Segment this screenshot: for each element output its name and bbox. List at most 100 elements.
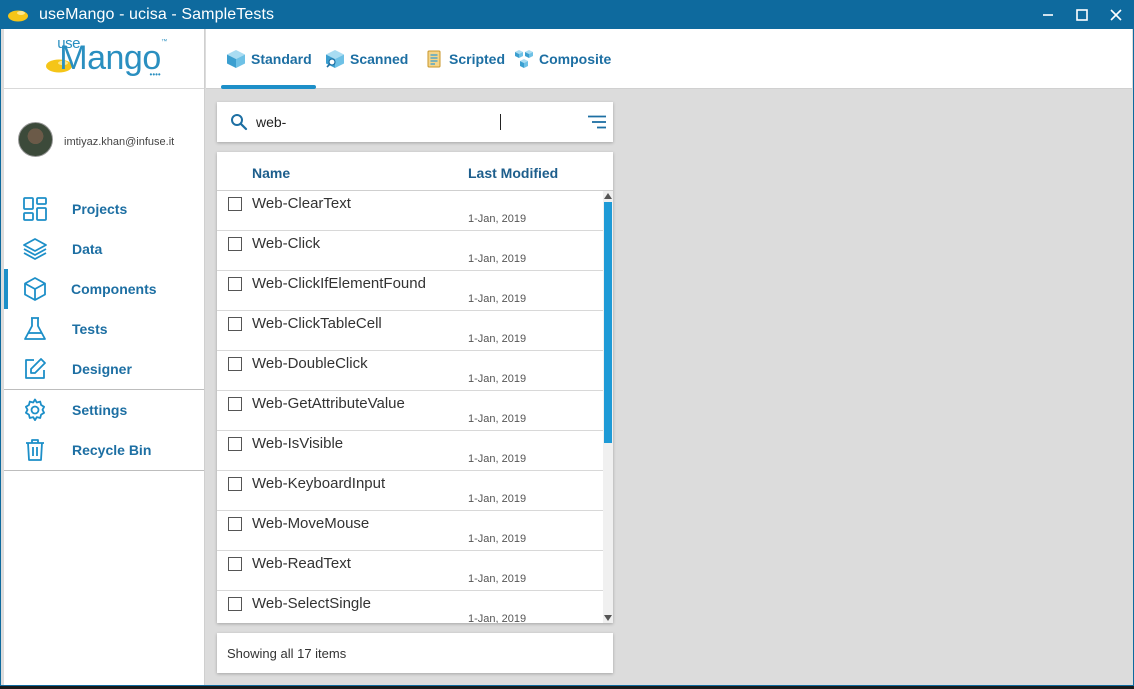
logo-prefix: use (57, 35, 80, 52)
last-modified-date: 1-Jan, 2019 (468, 293, 527, 305)
sidebar-item-label: Data (72, 241, 103, 257)
row-checkbox[interactable] (228, 557, 242, 571)
row-checkbox[interactable] (228, 437, 242, 451)
primary-nav: Projects Data Components Tests Designer (4, 189, 204, 389)
search-icon (229, 112, 249, 132)
list-item[interactable]: Web-DoubleClick 1-Jan, 2019 (217, 351, 603, 391)
last-modified-date: 1-Jan, 2019 (468, 213, 527, 225)
row-checkbox[interactable] (228, 397, 242, 411)
tab-composite[interactable]: Composite (513, 29, 611, 89)
list-item[interactable]: Web-ClickIfElementFound 1-Jan, 2019 (217, 271, 603, 311)
user-profile[interactable]: imtiyaz.khan@infuse.it (4, 89, 204, 189)
list-item[interactable]: Web-ClickTableCell 1-Jan, 2019 (217, 311, 603, 351)
column-header-last-modified[interactable]: Last Modified (468, 165, 558, 181)
component-type-tabs: Standard Scanned Scripted Composite (206, 29, 1132, 89)
list-header: Name Last Modified (217, 152, 613, 191)
list-item[interactable]: Web-MoveMouse 1-Jan, 2019 (217, 511, 603, 551)
list-item[interactable]: Web-KeyboardInput 1-Jan, 2019 (217, 471, 603, 511)
sidebar-item-label: Settings (72, 402, 128, 418)
list-item[interactable]: Web-ReadText 1-Jan, 2019 (217, 551, 603, 591)
dashboard-icon (23, 197, 47, 221)
list-item[interactable]: Web-GetAttributeValue 1-Jan, 2019 (217, 391, 603, 431)
maximize-icon[interactable] (1065, 1, 1099, 29)
scanned-cube-icon (324, 48, 346, 70)
last-modified-date: 1-Jan, 2019 (468, 333, 527, 345)
text-caret (500, 114, 501, 130)
last-modified-date: 1-Jan, 2019 (468, 413, 527, 425)
window-title: useMango - ucisa - SampleTests (39, 6, 275, 23)
sidebar-item-label: Projects (72, 201, 128, 217)
last-modified-date: 1-Jan, 2019 (468, 533, 527, 545)
tab-standard[interactable]: Standard (221, 29, 316, 89)
tab-scripted[interactable]: Scripted (423, 29, 505, 89)
close-icon[interactable] (1099, 1, 1133, 29)
sidebar-item-tests[interactable]: Tests (4, 309, 204, 349)
sidebar-item-settings[interactable]: Settings (4, 390, 204, 430)
logo-wordmark: use Mango ™ •••• (57, 35, 167, 79)
component-name: Web-DoubleClick (252, 355, 368, 372)
sidebar-item-recycle-bin[interactable]: Recycle Bin (4, 430, 204, 470)
tab-label: Scanned (350, 51, 409, 67)
sidebar-item-label: Recycle Bin (72, 442, 152, 458)
trash-icon (23, 438, 47, 462)
window-controls (1031, 1, 1133, 29)
sidebar-item-label: Designer (72, 361, 132, 377)
sidebar-item-label: Tests (72, 321, 108, 337)
component-list: Name Last Modified Web-ClearText 1-Jan, 2… (217, 152, 613, 623)
last-modified-date: 1-Jan, 2019 (468, 373, 527, 385)
avatar (18, 121, 53, 157)
scroll-down-arrow-icon[interactable] (604, 613, 612, 623)
row-checkbox[interactable] (228, 237, 242, 251)
row-checkbox[interactable] (228, 357, 242, 371)
row-checkbox[interactable] (228, 277, 242, 291)
secondary-nav: Settings Recycle Bin (4, 390, 204, 470)
component-name: Web-ClickTableCell (252, 315, 382, 332)
minimize-icon[interactable] (1031, 1, 1065, 29)
last-modified-date: 1-Jan, 2019 (468, 573, 527, 585)
component-name: Web-ReadText (252, 555, 351, 572)
row-checkbox[interactable] (228, 197, 242, 211)
list-item[interactable]: Web-ClearText 1-Jan, 2019 (217, 191, 603, 231)
list-item[interactable]: Web-IsVisible 1-Jan, 2019 (217, 431, 603, 471)
search-input[interactable] (256, 114, 556, 130)
logo: use Mango ™ •••• (4, 29, 204, 89)
row-checkbox[interactable] (228, 317, 242, 331)
column-header-name[interactable]: Name (252, 165, 290, 181)
component-name: Web-ClearText (252, 195, 351, 212)
list-item[interactable]: Web-SelectSingle 1-Jan, 2019 (217, 591, 603, 623)
sidebar-item-projects[interactable]: Projects (4, 189, 204, 229)
list-item[interactable]: Web-Click 1-Jan, 2019 (217, 231, 603, 271)
row-checkbox[interactable] (228, 517, 242, 531)
title-bar[interactable]: useMango - ucisa - SampleTests (1, 1, 1133, 29)
row-checkbox[interactable] (228, 477, 242, 491)
composite-cube-icon (513, 48, 535, 70)
component-name: Web-MoveMouse (252, 515, 370, 532)
tab-scanned[interactable]: Scanned (324, 29, 408, 89)
component-name: Web-SelectSingle (252, 595, 371, 612)
tab-label: Composite (539, 51, 612, 67)
component-name: Web-GetAttributeValue (252, 395, 405, 412)
filter-icon[interactable] (587, 114, 607, 130)
sidebar: use Mango ™ •••• imtiyaz.khan@infuse.it … (4, 29, 205, 685)
item-count-text: Showing all 17 items (227, 645, 347, 661)
edit-icon (23, 357, 47, 381)
user-email: imtiyaz.khan@infuse.it (64, 136, 175, 148)
sidebar-item-components[interactable]: Components (4, 269, 204, 309)
scrollbar-thumb[interactable] (604, 202, 612, 443)
gear-icon (23, 398, 47, 422)
sidebar-item-data[interactable]: Data (4, 229, 204, 269)
sidebar-item-designer[interactable]: Designer (4, 349, 204, 389)
search-box (217, 102, 613, 142)
component-name: Web-ClickIfElementFound (252, 275, 426, 292)
last-modified-date: 1-Jan, 2019 (468, 253, 527, 265)
scrollbar[interactable] (603, 191, 613, 623)
tab-label: Standard (251, 51, 312, 67)
scroll-up-arrow-icon[interactable] (604, 191, 612, 201)
app-window: useMango - ucisa - SampleTests use Mango… (0, 0, 1134, 686)
row-checkbox[interactable] (228, 597, 242, 611)
component-name: Web-Click (252, 235, 321, 252)
cube-icon (23, 277, 47, 301)
component-name: Web-KeyboardInput (252, 475, 386, 492)
scripted-icon (423, 48, 445, 70)
standard-cube-icon (225, 48, 247, 70)
